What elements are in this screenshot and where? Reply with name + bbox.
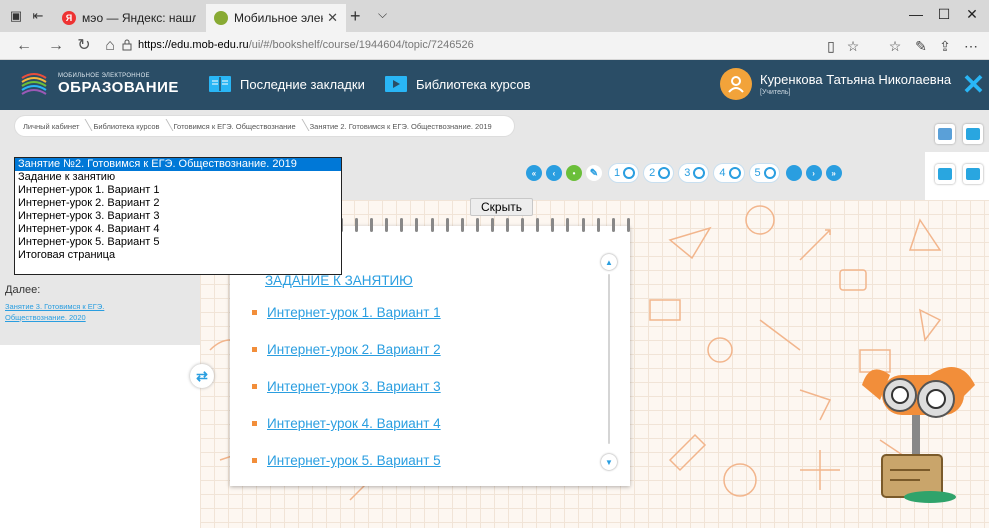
left-sidebar-lower	[0, 345, 200, 528]
video-library-icon	[385, 76, 407, 92]
url-field[interactable]: https://edu.mob-edu.ru/ui/#/bookshelf/co…	[138, 39, 474, 51]
list-item[interactable]: Интернет-урок 2. Вариант 2	[252, 331, 592, 368]
keyboard-tool-button[interactable]	[963, 124, 983, 144]
close-tab-icon[interactable]: ✕	[327, 10, 338, 26]
share-icon[interactable]: ⇪	[936, 38, 954, 55]
close-icon[interactable]: ✕	[958, 68, 989, 102]
favorite-star-icon[interactable]: ☆	[844, 38, 862, 55]
logo-emblem-icon	[21, 73, 47, 95]
notes-tool-button[interactable]	[935, 124, 955, 144]
scroll-down-icon[interactable]: ▼	[601, 454, 617, 470]
dropdown-option[interactable]: Задание к занятию	[15, 171, 341, 184]
next-page-button[interactable]: ›	[805, 165, 822, 181]
page-5-button[interactable]: 5	[749, 164, 779, 182]
lesson-link[interactable]: Интернет-урок 2. Вариант 2	[267, 342, 441, 357]
forward-icon[interactable]: →	[46, 37, 66, 55]
more-menu-icon[interactable]: ⋯	[962, 38, 980, 55]
nav-library[interactable]: Библиотека курсов	[384, 74, 531, 94]
reading-view-icon[interactable]: ▯	[822, 38, 840, 55]
lock-icon	[122, 39, 132, 51]
dropdown-option[interactable]: Интернет-урок 1. Вариант 1	[15, 184, 341, 197]
list-item[interactable]: Интернет-урок 4. Вариант 4	[252, 405, 592, 442]
new-tab-icon[interactable]: +	[350, 6, 361, 27]
list-item[interactable]: Интернет-урок 5. Вариант 5	[252, 442, 592, 479]
nav-bookmarks[interactable]: Последние закладки	[208, 74, 365, 94]
page-navigator: « ‹ • ✎ 1 2 3 4 5 › »	[526, 163, 846, 183]
refresh-icon[interactable]: ↻	[74, 37, 94, 55]
lesson-link[interactable]: Интернет-урок 1. Вариант 1	[267, 305, 441, 320]
page-1-button[interactable]: 1	[609, 164, 639, 182]
final-page-marker[interactable]	[785, 165, 802, 181]
side-tools	[925, 122, 989, 202]
page-3-button[interactable]: 3	[679, 164, 709, 182]
open-book-icon	[209, 76, 231, 92]
scrollbar[interactable]: ▲ ▼	[601, 254, 617, 470]
dropdown-option[interactable]: Интернет-урок 4. Вариант 4	[15, 223, 341, 236]
chevron-down-icon[interactable]: ⌵	[378, 7, 387, 22]
favorites-hub-icon[interactable]: ☆	[886, 38, 904, 55]
browser-tab-yandex[interactable]: Я мэо — Яндекс: нашлось 87	[54, 4, 204, 32]
tab-title: мэо — Яндекс: нашлось 87	[82, 11, 196, 25]
breadcrumb-item[interactable]: Занятие 2. Готовимся к ЕГЭ. Обществознан…	[308, 122, 504, 131]
address-bar: ← → ↻ ⌂ https://edu.mob-edu.ru/ui/#/book…	[0, 32, 989, 60]
browser-tab-bar: ▣ ⇤ Я мэо — Яндекс: нашлось 87 Мобильное…	[0, 0, 989, 32]
tab-back-icon[interactable]: ⇤	[30, 8, 46, 24]
edit-icon[interactable]: ✎	[586, 165, 602, 181]
avatar	[720, 68, 752, 100]
user-name: Куренкова Татьяна Николаевна	[760, 72, 952, 87]
breadcrumb-item[interactable]: Библиотека курсов	[91, 122, 171, 131]
dropdown-option[interactable]: Занятие №2. Готовимся к ЕГЭ. Обществозна…	[15, 158, 341, 171]
close-window-icon[interactable]: ✕	[962, 6, 982, 23]
back-icon[interactable]: ←	[14, 37, 34, 55]
prev-page-button[interactable]: ‹	[546, 165, 562, 181]
breadcrumb-area: Личный кабинет Библиотека курсов Готовим…	[0, 110, 989, 152]
next-label: Далее:	[5, 284, 41, 296]
list-item[interactable]: Интернет-урок 3. Вариант 3	[252, 368, 592, 405]
scroll-up-icon[interactable]: ▲	[601, 254, 617, 270]
maximize-icon[interactable]: ☐	[934, 6, 954, 23]
dropdown-option[interactable]: Интернет-урок 3. Вариант 3	[15, 210, 341, 223]
lesson-link[interactable]: Интернет-урок 4. Вариант 4	[267, 416, 441, 431]
breadcrumb: Личный кабинет Библиотека курсов Готовим…	[15, 116, 514, 136]
tab-title: Мобильное электронн	[234, 11, 323, 25]
logo-big-text: ОБРАЗОВАНИЕ	[58, 79, 179, 96]
site-logo[interactable]: МОБИЛЬНОЕ ЭЛЕКТРОННОЕ ОБРАЗОВАНИЕ	[18, 68, 179, 100]
lesson-link[interactable]: Интернет-урок 5. Вариант 5	[267, 453, 441, 468]
dropdown-option[interactable]: Итоговая страница	[15, 249, 341, 262]
breadcrumb-item[interactable]: Личный кабинет	[21, 122, 91, 131]
nav-bookmarks-label: Последние закладки	[240, 76, 365, 92]
tab-actions-icon[interactable]: ▣	[8, 8, 24, 24]
nav-library-label: Библиотека курсов	[416, 76, 531, 92]
user-icon	[728, 76, 744, 93]
lesson-select-dropdown[interactable]: Занятие №2. Готовимся к ЕГЭ. Обществозна…	[14, 157, 342, 275]
first-page-button[interactable]: «	[526, 165, 542, 181]
page-4-button[interactable]: 4	[714, 164, 744, 182]
calculator-tool-button[interactable]	[935, 164, 955, 184]
toggle-sidebar-icon[interactable]: ⇄	[190, 364, 214, 388]
yandex-icon: Я	[62, 11, 76, 25]
notes-pen-icon[interactable]: ✎	[912, 38, 930, 55]
page-2-button[interactable]: 2	[644, 164, 674, 182]
site-header: МОБИЛЬНОЕ ЭЛЕКТРОННОЕ ОБРАЗОВАНИЕ Послед…	[0, 60, 989, 110]
user-role: [Учитель]	[760, 89, 791, 96]
next-lesson-link[interactable]: Занятие 3. Готовимся к ЕГЭ. Обществознан…	[5, 302, 165, 323]
chat-tool-button[interactable]	[963, 164, 983, 184]
user-profile[interactable]: Куренкова Татьяна Николаевна [Учитель]	[720, 68, 951, 100]
dropdown-option[interactable]: Интернет-урок 5. Вариант 5	[15, 236, 341, 249]
notebook-rings	[340, 218, 630, 238]
lesson-list: ЗАДАНИЕ К ЗАНЯТИЮ Интернет-урок 1. Вариа…	[252, 266, 592, 479]
last-page-button[interactable]: »	[825, 165, 842, 181]
site-favicon-icon	[214, 11, 228, 25]
current-page-marker[interactable]: •	[566, 165, 582, 181]
browser-tab-active[interactable]: Мобильное электронн ✕	[206, 4, 346, 32]
owl-mascot-icon	[862, 367, 975, 503]
minimize-icon[interactable]: —	[906, 6, 926, 22]
dropdown-option[interactable]: Интернет-урок 2. Вариант 2	[15, 197, 341, 210]
list-item[interactable]: Интернет-урок 1. Вариант 1	[252, 294, 592, 331]
breadcrumb-item[interactable]: Готовимся к ЕГЭ. Обществознание	[172, 122, 308, 131]
home-icon[interactable]: ⌂	[100, 37, 120, 55]
lesson-link[interactable]: Интернет-урок 3. Вариант 3	[267, 379, 441, 394]
hide-button[interactable]: Скрыть	[470, 198, 533, 216]
